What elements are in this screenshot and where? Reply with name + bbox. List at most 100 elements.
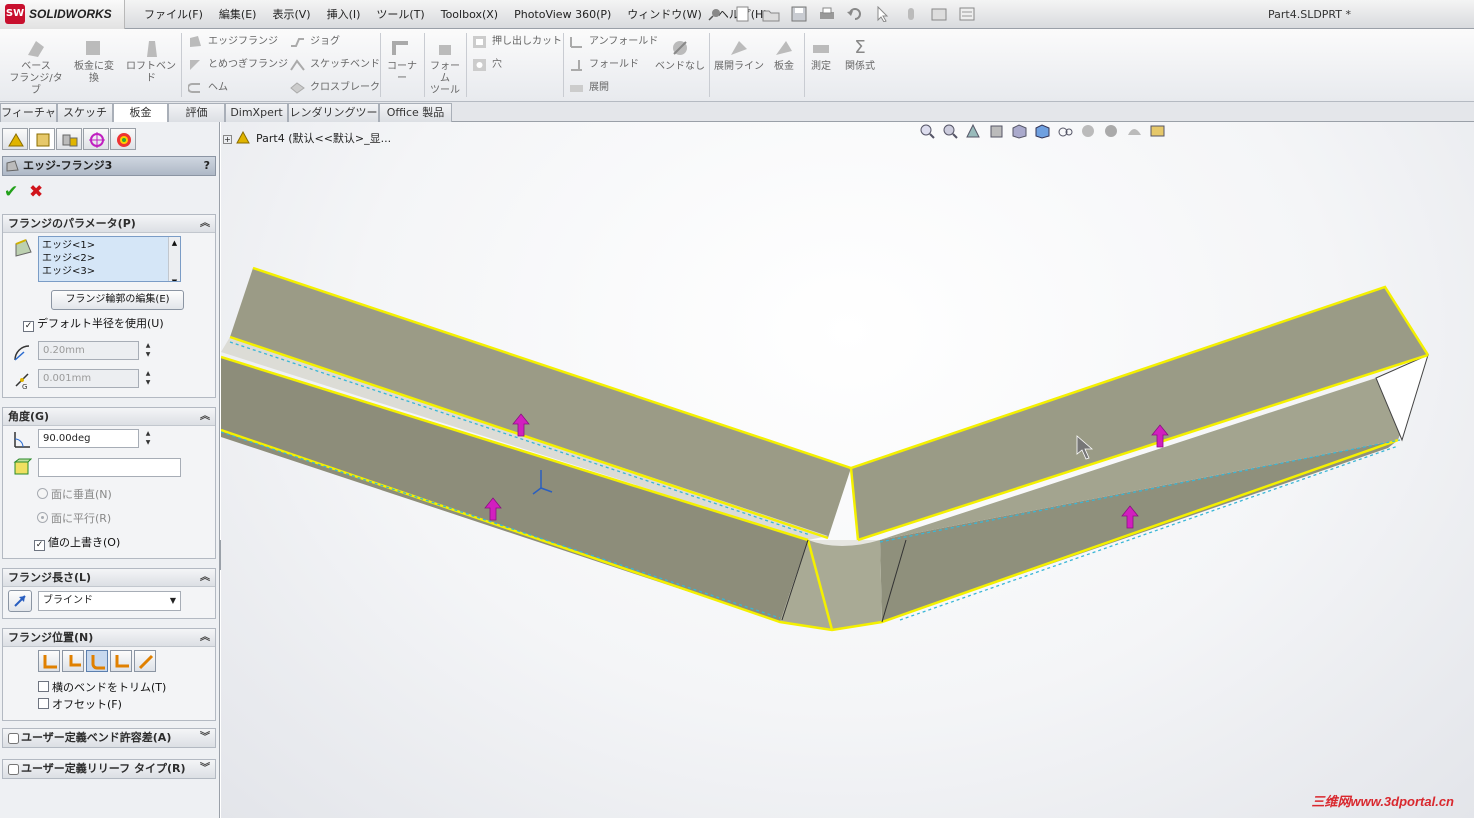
display-style-icon[interactable]: [1033, 122, 1052, 140]
checkbox-checked[interactable]: ✓: [23, 321, 34, 332]
menu-insert[interactable]: 挿入(I): [319, 0, 369, 29]
feature-tree-root[interactable]: + Part4 (默认<<默认>_显...: [223, 130, 391, 146]
parallel-to-face-radio[interactable]: 面に平行(R): [37, 512, 111, 526]
convert-to-sheet-metal-button[interactable]: 板金に変 換: [68, 31, 120, 85]
menu-file[interactable]: ファイル(F): [136, 0, 211, 29]
end-condition-select[interactable]: ブラインド ▼: [38, 591, 181, 611]
bend-outside-button[interactable]: [86, 650, 108, 672]
trim-side-bends-checkbox[interactable]: 横のベンドをトリム(T): [38, 681, 166, 695]
edge-item[interactable]: エッジ<2>: [42, 252, 177, 265]
gap-distance-field[interactable]: 0.001mm: [38, 369, 139, 388]
tab-features[interactable]: フィーチャー: [0, 103, 57, 137]
use-default-radius-checkbox[interactable]: ✓ デフォルト半径を使用(U): [23, 317, 164, 332]
extruded-cut-button[interactable]: 押し出しカット: [470, 32, 562, 52]
zoom-to-fit-icon[interactable]: [918, 122, 937, 140]
tab-office-products[interactable]: Office 製品: [379, 103, 452, 122]
solidworks-logo[interactable]: SW SOLIDWORKS: [0, 0, 125, 29]
flange-angle-field[interactable]: 90.00deg: [38, 429, 139, 448]
feature-manager-tab[interactable]: [2, 128, 28, 150]
display-manager-tab[interactable]: [110, 128, 136, 150]
collapse-chevron-icon[interactable]: ︽: [200, 569, 210, 586]
collapse-chevron-icon[interactable]: ︽: [200, 408, 210, 425]
view-settings-icon[interactable]: [1148, 122, 1167, 140]
graphics-viewport[interactable]: + Part4 (默认<<默认>_显... 三维网www.3dportal.cn: [221, 122, 1474, 818]
list-scrollbar[interactable]: ▲ ▼: [168, 237, 180, 281]
dimxpert-manager-tab[interactable]: [83, 128, 109, 150]
material-inside-button[interactable]: [38, 650, 60, 672]
bend-from-virtual-sharp-button[interactable]: [110, 650, 132, 672]
material-outside-button[interactable]: [62, 650, 84, 672]
menu-edit[interactable]: 編集(E): [211, 0, 265, 29]
menu-tools[interactable]: ツール(T): [368, 0, 432, 29]
tab-sheet-metal[interactable]: 板金: [113, 103, 168, 123]
sheet-metal-part[interactable]: [221, 122, 1474, 818]
tab-evaluate[interactable]: 評価: [168, 103, 225, 122]
collapse-chevron-icon[interactable]: ︽: [200, 629, 210, 646]
new-document-icon[interactable]: [732, 4, 754, 24]
gap-distance-spinner[interactable]: ▲ ▼: [143, 369, 153, 388]
menu-toolbox[interactable]: Toolbox(X): [433, 0, 506, 29]
custom-bend-allowance-checkbox[interactable]: [8, 732, 19, 744]
custom-relief-type-checkbox[interactable]: [8, 763, 19, 775]
chevron-down-icon[interactable]: ▼: [170, 592, 176, 609]
unfold-button[interactable]: アンフォールド: [567, 32, 658, 52]
edge-item[interactable]: エッジ<1>: [42, 239, 177, 252]
previous-view-icon[interactable]: [964, 122, 983, 140]
edges-selection-list[interactable]: エッジ<1> エッジ<2> エッジ<3> ▲ ▼: [38, 236, 181, 282]
custom-relief-type-header[interactable]: ユーザー定義リリーフ タイプ(R) ︾: [3, 760, 215, 778]
expand-chevron-icon[interactable]: ︾: [200, 760, 210, 777]
sheet-metal-button[interactable]: 板金: [767, 31, 801, 73]
property-manager-tab[interactable]: [29, 128, 55, 150]
options-icon[interactable]: [956, 4, 978, 24]
menu-window[interactable]: ウィンドウ(W): [619, 0, 709, 29]
cross-break-button[interactable]: クロスブレーク: [288, 78, 380, 98]
expand-chevron-icon[interactable]: ︾: [200, 729, 210, 746]
reverse-direction-button[interactable]: [8, 590, 32, 612]
hole-button[interactable]: 穴: [470, 55, 502, 75]
flatten-lines-button[interactable]: 展開ライン: [712, 31, 766, 73]
custom-bend-allowance-header[interactable]: ユーザー定義ベンド許容差(A) ︾: [3, 729, 215, 747]
measure-button[interactable]: 測定: [806, 31, 836, 73]
help-icon[interactable]: ?: [204, 157, 210, 175]
equations-button[interactable]: Σ 関係式: [838, 31, 882, 73]
collapse-chevron-icon[interactable]: ︽: [200, 215, 210, 232]
section-view-icon[interactable]: [987, 122, 1006, 140]
open-document-icon[interactable]: [760, 4, 782, 24]
flange-angle-spinner[interactable]: ▲ ▼: [143, 429, 153, 448]
edit-appearance-icon[interactable]: [1079, 122, 1098, 140]
radio-off[interactable]: [37, 488, 48, 499]
flange-position-header[interactable]: フランジ位置(N) ︽: [3, 629, 215, 647]
tab-dimxpert[interactable]: DimXpert: [225, 103, 288, 122]
flange-length-header[interactable]: フランジ長さ(L) ︽: [3, 569, 215, 587]
menu-photoview[interactable]: PhotoView 360(P): [506, 0, 619, 29]
rebuild-icon[interactable]: [900, 4, 922, 24]
save-icon[interactable]: [788, 4, 810, 24]
apply-scene-icon[interactable]: [1102, 122, 1121, 140]
angle-header[interactable]: 角度(G) ︽: [3, 408, 215, 426]
lofted-bend-button[interactable]: ロフトベンド: [122, 31, 180, 85]
hide-show-items-icon[interactable]: [1056, 122, 1075, 140]
checkbox-unchecked[interactable]: [38, 681, 49, 692]
flatten-button[interactable]: 展開: [567, 78, 609, 98]
offset-checkbox[interactable]: オフセット(F): [38, 698, 122, 712]
pin-icon[interactable]: [708, 7, 722, 21]
edge-flange-button[interactable]: エッジフランジ: [186, 32, 278, 52]
checkbox-unchecked[interactable]: [38, 698, 49, 709]
forming-tool-button[interactable]: フォーム ツール: [426, 31, 464, 97]
miter-flange-button[interactable]: とめつぎフランジ: [186, 55, 288, 75]
undo-icon[interactable]: [844, 4, 866, 24]
view-orientation-icon[interactable]: [1010, 122, 1029, 140]
corners-button[interactable]: コーナー: [383, 31, 421, 85]
expand-icon[interactable]: +: [223, 135, 232, 144]
configuration-manager-tab[interactable]: [56, 128, 82, 150]
bend-radius-field[interactable]: 0.20mm: [38, 341, 139, 360]
tangent-to-bend-button[interactable]: [134, 650, 156, 672]
normal-to-face-radio[interactable]: 面に垂直(N): [37, 488, 112, 502]
base-flange-button[interactable]: ベース フランジ/タブ: [6, 31, 66, 97]
no-bends-button[interactable]: ベンドなし: [654, 31, 706, 73]
hem-button[interactable]: ヘム: [186, 78, 228, 98]
zoom-to-area-icon[interactable]: [941, 122, 960, 140]
sketched-bend-button[interactable]: スケッチベンド: [288, 55, 380, 75]
file-properties-icon[interactable]: [928, 4, 950, 24]
jog-button[interactable]: ジョグ: [288, 32, 340, 52]
